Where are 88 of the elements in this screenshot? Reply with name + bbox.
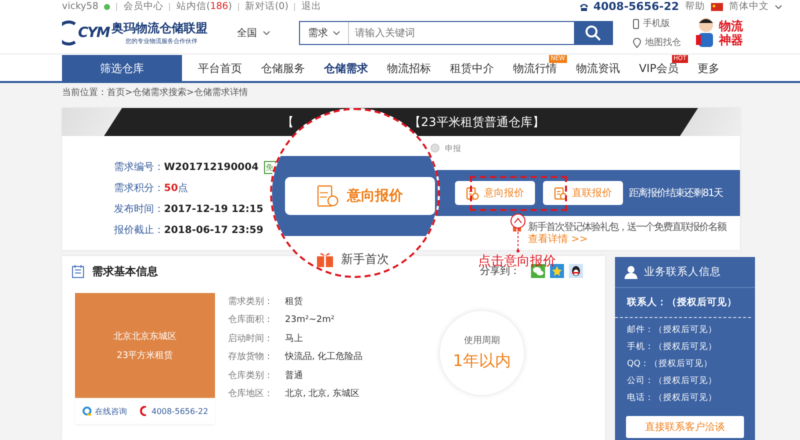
- contact-field: 公司：（授权后可见）: [627, 376, 755, 387]
- filter-button[interactable]: 筛选仓库: [62, 55, 182, 81]
- field-label: 存放货物：: [228, 350, 274, 364]
- field-label: 仓库面积：: [228, 314, 274, 326]
- fact-value: 50: [164, 182, 178, 194]
- field-label: 需求类别：: [228, 296, 274, 308]
- fact-value: 2018-06-17 23:59: [164, 224, 264, 236]
- document-icon: [466, 186, 479, 200]
- caret-icon: [333, 31, 340, 35]
- caret-icon: [263, 31, 270, 35]
- tile-text: 23平方米租赁: [116, 350, 174, 362]
- nav-tab[interactable]: 物流资讯: [568, 55, 628, 81]
- top-link[interactable]: 站内信(186): [176, 0, 232, 13]
- nav-tab[interactable]: 仓储服务: [253, 55, 313, 81]
- field-label: 仓库类别：: [228, 370, 274, 382]
- contact-field: 邮件：（授权后可见）: [627, 325, 755, 336]
- category-select[interactable]: 需求: [308, 26, 328, 40]
- gift-icon: [316, 250, 334, 268]
- nav-tab[interactable]: 仓储需求: [316, 55, 376, 81]
- phone-number: 4008-5656-22: [151, 406, 208, 416]
- fact-label: 需求积分：: [114, 182, 164, 195]
- search-icon: [585, 25, 601, 41]
- help-link[interactable]: 帮助: [685, 0, 705, 13]
- document-icon: [317, 185, 339, 207]
- countdown-text: 距离报价结束还剩81天: [629, 186, 723, 200]
- status-dot-icon: [104, 4, 110, 10]
- corner-shape: [62, 108, 122, 136]
- top-link[interactable]: 新对话(0): [244, 0, 288, 13]
- step-label: 申报: [445, 142, 461, 154]
- gift-note: 新手首次登记体验礼包，送一个免费直联报价名额: [528, 222, 726, 234]
- contact-field: 电话：（授权后可见）: [627, 393, 755, 404]
- hotline-number: 4008-5656-22: [593, 0, 679, 13]
- nav-tab[interactable]: 平台首页: [190, 55, 250, 81]
- share-label: 分享到：: [480, 266, 520, 278]
- nav-tab[interactable]: 租赁中介: [442, 55, 502, 81]
- period-value: 1年以内: [452, 351, 512, 372]
- location-pin-icon: [633, 38, 641, 48]
- field-value: 租赁: [285, 296, 303, 308]
- section-title: 需求基本信息: [92, 264, 158, 278]
- breadcrumb: 当前位置：首页>仓储需求搜索>仓储需求详情: [62, 86, 248, 98]
- online-consult-link[interactable]: 在线咨询: [94, 406, 127, 416]
- field-label: 仓库地区：: [228, 388, 274, 400]
- search-button[interactable]: [574, 22, 612, 44]
- fact-label: 发布时间：: [114, 202, 164, 216]
- step-circle-icon: [430, 143, 440, 153]
- region-select[interactable]: 全国: [237, 26, 257, 40]
- period-label: 使用周期: [464, 334, 500, 347]
- field-value: 23m²~2m²: [285, 314, 334, 325]
- top-link[interactable]: 退出: [301, 0, 322, 13]
- listing-title: 【23平米租赁普通仓库】: [409, 114, 544, 130]
- top-link[interactable]: 会员中心: [123, 0, 164, 13]
- fact-label: 报价截止：: [114, 224, 164, 237]
- field-value: 马上: [285, 332, 303, 345]
- promo-title[interactable]: 物流神器: [719, 19, 745, 47]
- field-value: 快流品, 化工危险品: [285, 350, 363, 364]
- logo-swoosh-icon: [62, 20, 76, 46]
- caret-icon: [775, 4, 782, 8]
- field-label: 启动时间：: [228, 332, 274, 345]
- logo-mark: CYM: [78, 25, 110, 41]
- contact-person: 联系人：（授权后可见）: [615, 288, 751, 318]
- nav-tab[interactable]: 更多: [689, 55, 728, 81]
- field-value: 普通: [285, 369, 303, 382]
- field-value: 北京, 北京, 东城区: [285, 388, 360, 400]
- nav-tab[interactable]: 物流招标: [379, 55, 439, 81]
- fact-value: W201712190004: [164, 162, 259, 172]
- contact-field: 手机：（授权后可见）: [627, 342, 755, 353]
- username: vicky58: [62, 1, 98, 12]
- contact-field: QQ：（授权后可见）: [627, 359, 755, 370]
- mobile-phone-icon: [633, 18, 639, 28]
- corner-shape: [680, 108, 740, 136]
- penguin-icon[interactable]: [569, 264, 583, 278]
- list-icon: [72, 264, 84, 278]
- document-icon: [554, 186, 567, 200]
- chat-ring-icon: [82, 406, 92, 416]
- listing-title: 【: [282, 114, 294, 130]
- flag-icon: [711, 2, 723, 10]
- fact-label: 需求编号：: [114, 160, 164, 174]
- quick-link[interactable]: 地图找仓: [645, 36, 681, 49]
- panel-title: 业务联系人信息: [644, 265, 721, 279]
- quick-link[interactable]: 手机版: [643, 17, 670, 30]
- fact-value: 2017-12-19 12:15: [164, 204, 264, 214]
- gift-note: 新手首次: [341, 250, 389, 268]
- tile-text: 北京北京东城区: [114, 330, 176, 342]
- language-select[interactable]: 简体中文: [729, 0, 769, 13]
- person-icon: [624, 265, 638, 279]
- logo-name: 奥玛物流仓储联盟: [111, 20, 208, 37]
- fact-unit: 点: [178, 182, 188, 195]
- search-field[interactable]: 需求 请输入关键词: [299, 21, 613, 45]
